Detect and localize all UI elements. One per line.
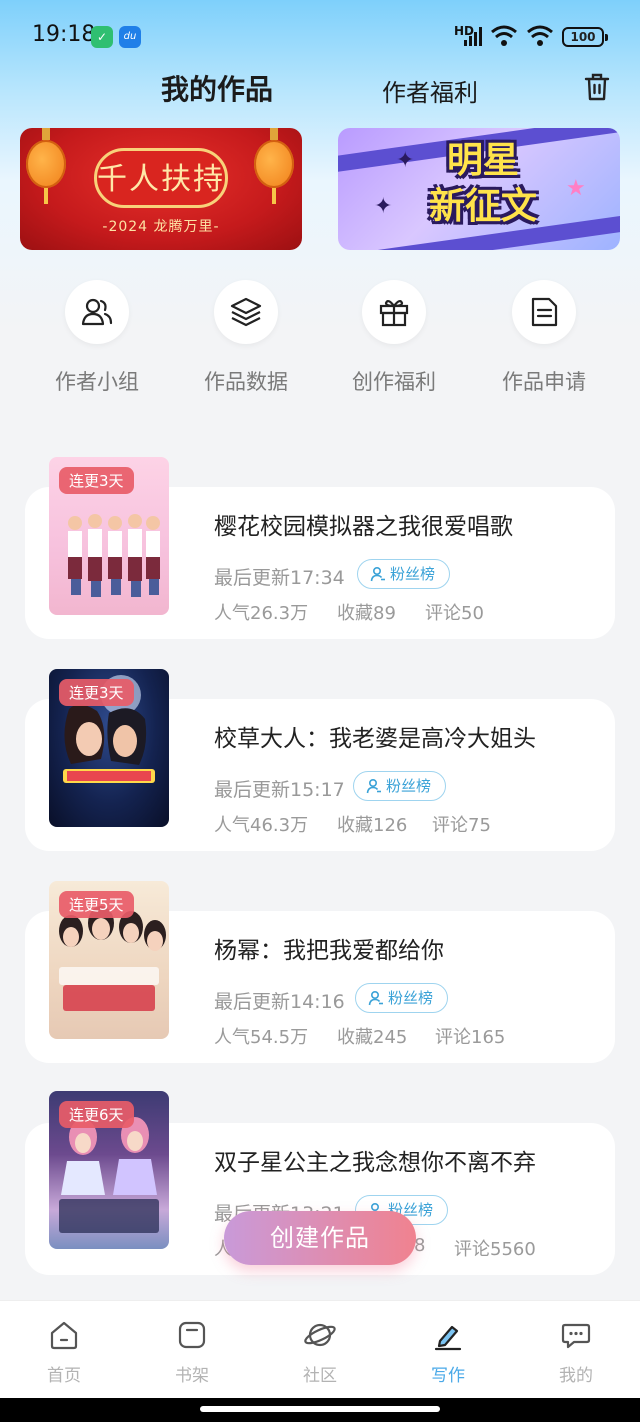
last-update: 最后更新17:34	[214, 567, 345, 589]
banner-thousand-support[interactable]: 千人扶持 -2024 龙腾万里-	[20, 128, 302, 250]
home-indicator[interactable]	[200, 1406, 440, 1412]
star-icon: ★	[566, 176, 586, 201]
header-tabs: 我的作品 作者福利	[0, 62, 640, 112]
bottom-nav: 首页 书架 社区 写作 我的	[0, 1300, 640, 1398]
cell-signal-icon	[464, 27, 482, 46]
banner-right-title-line2: 新征文	[428, 186, 537, 227]
layers-icon	[230, 297, 262, 327]
system-home-bar	[0, 1398, 640, 1422]
tab-my-works[interactable]: 我的作品	[161, 68, 273, 108]
banner-left-subtitle: -2024 龙腾万里-	[102, 219, 220, 235]
tab-author-benefits[interactable]: 作者福利	[382, 73, 478, 108]
person-icon	[368, 990, 383, 1006]
fans-ranking-button[interactable]: 粉丝榜	[357, 559, 451, 589]
last-update: 最后更新14:16	[214, 991, 345, 1013]
fans-label: 粉丝榜	[388, 989, 434, 1007]
pen-icon	[434, 1325, 462, 1351]
home-icon	[50, 1321, 78, 1350]
shield-app-icon: ✓	[91, 26, 113, 48]
streak-badge: 连更3天	[59, 679, 134, 706]
popularity-stat: 人气46.3万	[214, 815, 309, 836]
popularity-stat: 人气54.5万	[214, 1027, 309, 1048]
fans-label: 粉丝榜	[386, 777, 432, 795]
quick-action-label: 作品数据	[204, 370, 288, 394]
favorites-stat: 收藏126	[337, 815, 408, 836]
create-work-button[interactable]: 创建作品	[224, 1211, 416, 1265]
quick-action-work-application[interactable]: 作品申请	[474, 280, 614, 396]
wifi-icon	[491, 25, 517, 46]
fans-ranking-button[interactable]: 粉丝榜	[355, 983, 449, 1013]
du-app-icon: du	[119, 26, 141, 48]
person-icon	[366, 778, 381, 794]
comments-stat: 评论50	[425, 603, 484, 624]
work-application-button[interactable]	[512, 280, 576, 344]
comments-stat: 评论75	[432, 815, 491, 836]
book-cover[interactable]: 连更6天	[49, 1091, 169, 1249]
book-cover[interactable]: 连更3天	[49, 669, 169, 827]
nav-item-home[interactable]: 首页	[24, 1319, 104, 1386]
battery-indicator: 100	[562, 27, 608, 47]
status-time: 19:18	[32, 22, 96, 47]
bookshelf-icon	[178, 1321, 206, 1349]
lantern-right	[254, 128, 294, 204]
work-title[interactable]: 杨幂：我把我爱都给你	[214, 931, 444, 965]
nav-item-write[interactable]: 写作	[408, 1319, 488, 1386]
banner-right-title: 明星 新征文	[408, 138, 558, 230]
work-title[interactable]: 樱花校园模拟器之我很爱唱歌	[214, 507, 513, 541]
nav-label: 社区	[303, 1366, 337, 1386]
quick-action-label: 创作福利	[352, 370, 436, 394]
quick-action-label: 作品申请	[502, 370, 586, 394]
nav-label: 书架	[175, 1366, 209, 1386]
nav-label: 我的	[559, 1366, 593, 1386]
group-icon	[81, 298, 113, 326]
favorites-stat: 收藏89	[337, 603, 396, 624]
work-data-button[interactable]	[214, 280, 278, 344]
quick-action-author-group[interactable]: 作者小组	[27, 280, 167, 396]
planet-icon	[304, 1323, 336, 1347]
popularity-stat: 人气26.3万	[214, 603, 309, 624]
gift-icon	[379, 299, 409, 327]
nav-item-community[interactable]: 社区	[280, 1319, 360, 1386]
work-title[interactable]: 校草大人：我老婆是高冷大姐头	[214, 719, 536, 753]
streak-badge: 连更5天	[59, 891, 134, 918]
document-icon	[531, 297, 558, 327]
trash-icon[interactable]	[583, 72, 611, 102]
streak-badge: 连更6天	[59, 1101, 134, 1128]
fans-ranking-button[interactable]: 粉丝榜	[353, 771, 447, 801]
nav-label: 写作	[431, 1366, 465, 1386]
nav-item-me[interactable]: 我的	[536, 1319, 616, 1386]
sparkle-icon-2: ✦	[374, 194, 393, 219]
banner-star-contest[interactable]: ✦ ✦ ★ 明星 新征文	[338, 128, 620, 250]
banner-right-title-line1: 明星	[446, 140, 519, 181]
book-cover[interactable]: 连更5天	[49, 881, 169, 1039]
last-update: 最后更新15:17	[214, 779, 345, 801]
quick-action-work-data[interactable]: 作品数据	[176, 280, 316, 396]
banner-left-title: 千人扶持	[97, 162, 225, 197]
person-icon	[370, 566, 385, 582]
streak-badge: 连更3天	[59, 467, 134, 494]
comments-stat: 评论165	[435, 1027, 506, 1048]
work-title[interactable]: 双子星公主之我念想你不离不弃	[214, 1143, 536, 1177]
favorites-stat: 收藏245	[337, 1027, 408, 1048]
comments-stat: 评论5560	[454, 1239, 536, 1260]
nav-label: 首页	[47, 1366, 81, 1386]
author-group-button[interactable]	[65, 280, 129, 344]
fans-label: 粉丝榜	[390, 565, 436, 583]
wifi-icon-2	[527, 25, 553, 46]
quick-action-label: 作者小组	[55, 370, 139, 394]
quick-action-creation-benefits[interactable]: 创作福利	[324, 280, 464, 396]
book-cover[interactable]: 连更3天	[49, 457, 169, 615]
creation-benefits-button[interactable]	[362, 280, 426, 344]
lantern-left	[26, 128, 66, 204]
chat-icon	[561, 1323, 591, 1349]
nav-item-bookshelf[interactable]: 书架	[152, 1319, 232, 1386]
